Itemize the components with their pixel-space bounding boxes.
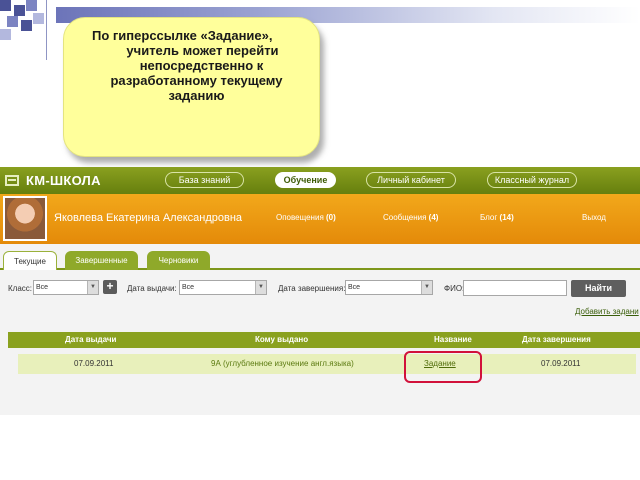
top-navigation-bar: КМ-ШКОЛА База знаний Обучение Личный каб… (0, 167, 640, 194)
decor-line (46, 0, 47, 60)
header-name: Название (434, 335, 472, 344)
messages-count: (4) (428, 213, 439, 222)
fio-label: ФИО: (444, 284, 465, 293)
fio-input[interactable] (463, 280, 567, 296)
task-tabs: Текущие Завершенные Черновики (0, 248, 640, 270)
user-bar: Яковлева Екатерина Александровна Оповеще… (0, 194, 640, 244)
header-end-date: Дата завершения (522, 335, 591, 344)
callout-line: непосредственно к (139, 58, 264, 73)
notifications-link[interactable]: Оповещения (0) (276, 213, 336, 222)
table-header: Дата выдачи Кому выдано Название Дата за… (8, 332, 640, 348)
monitor-icon (5, 175, 19, 186)
callout-line: По гиперссылке «Задание», (92, 28, 273, 43)
callout-line: учитель может перейти (126, 43, 279, 58)
user-name: Яковлева Екатерина Александровна (54, 212, 243, 224)
nav-learning[interactable]: Обучение (275, 172, 336, 188)
tab-current[interactable]: Текущие (3, 251, 57, 270)
decor-square (0, 29, 11, 40)
find-button[interactable]: Найти (571, 280, 626, 297)
highlight-frame (404, 351, 482, 383)
nav-knowledge-base[interactable]: База знаний (165, 172, 244, 188)
app-window: КМ-ШКОЛА База знаний Обучение Личный каб… (0, 167, 640, 415)
end-date-select-value: Все (348, 284, 361, 291)
notifications-label: Оповещения (276, 213, 324, 222)
decor-square (14, 5, 25, 16)
class-label: Класс: (8, 284, 32, 293)
tab-completed[interactable]: Завершенные (65, 251, 138, 270)
cell-end-date: 07.09.2011 (541, 359, 581, 368)
callout-line: разработанному текущему (110, 73, 283, 88)
issue-date-label: Дата выдачи: (127, 284, 177, 293)
decor-square (21, 20, 32, 31)
nav-class-journal[interactable]: Классный журнал (487, 172, 577, 188)
decor-square (33, 13, 44, 24)
nav-personal-cabinet[interactable]: Личный кабинет (366, 172, 456, 188)
logout-link[interactable]: Выход (582, 213, 606, 222)
notifications-count: (0) (326, 213, 336, 222)
decor-square (7, 16, 18, 27)
class-select[interactable]: Все ▼ (33, 280, 99, 295)
decor-square (0, 0, 11, 11)
class-select-value: Все (36, 284, 49, 291)
blog-link[interactable]: Блог (14) (480, 213, 514, 222)
user-avatar (3, 196, 47, 241)
add-class-button[interactable]: + (103, 280, 117, 294)
messages-label: Сообщения (383, 213, 427, 222)
blog-count: (14) (499, 213, 514, 222)
app-logo-text: КМ-ШКОЛА (26, 173, 101, 188)
table-row: 07.09.2011 9А (углубленное изучение англ… (18, 354, 636, 374)
slide: По гиперссылке «Задание», учитель может … (0, 0, 640, 480)
end-date-label: Дата завершения: (278, 284, 346, 293)
blog-label: Блог (480, 213, 498, 222)
messages-link[interactable]: Сообщения (4) (383, 213, 438, 222)
header-assigned-to: Кому выдано (255, 335, 309, 344)
cell-assigned-to: 9А (углубленное изучение англ.языка) (211, 359, 354, 368)
chevron-down-icon: ▼ (255, 281, 266, 294)
callout-text: По гиперссылке «Задание», учитель может … (64, 28, 321, 103)
callout-box: По гиперссылке «Задание», учитель может … (63, 17, 320, 157)
header-issue-date: Дата выдачи (65, 335, 117, 344)
callout-line: заданию (168, 88, 225, 103)
decor-square (26, 0, 37, 11)
chevron-down-icon: ▼ (87, 281, 98, 294)
tab-drafts[interactable]: Черновики (147, 251, 210, 270)
cell-issue-date: 07.09.2011 (74, 359, 114, 368)
issue-date-select-value: Все (182, 284, 195, 291)
issue-date-select[interactable]: Все ▼ (179, 280, 267, 295)
end-date-select[interactable]: Все ▼ (345, 280, 433, 295)
chevron-down-icon: ▼ (421, 281, 432, 294)
add-task-link[interactable]: Добавить задани (575, 307, 639, 316)
filter-bar: Класс: Все ▼ + Дата выдачи: Все ▼ Дата з… (0, 280, 640, 298)
